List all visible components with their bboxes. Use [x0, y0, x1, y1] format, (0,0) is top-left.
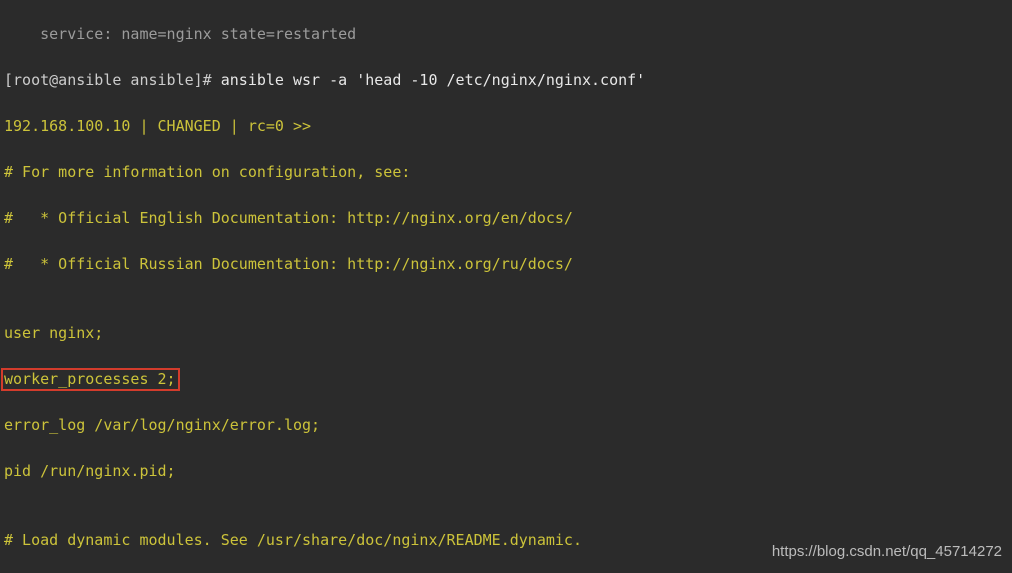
output-line: # * Official English Documentation: http… [4, 207, 1008, 230]
output-line: error_log /var/log/nginx/error.log; [4, 414, 1008, 437]
host-status-line: 192.168.100.10 | CHANGED | rc=0 >> [4, 115, 1008, 138]
shell-prompt: [root@ansible ansible]# [4, 71, 221, 89]
highlight-box: worker_processes 2; [1, 368, 180, 391]
watermark-text: https://blog.csdn.net/qq_45714272 [772, 540, 1002, 563]
terminal-window[interactable]: service: name=nginx state=restarted [roo… [0, 0, 1012, 573]
output-line: pid /run/nginx.pid; [4, 460, 1008, 483]
output-line: service: name=nginx state=restarted [4, 23, 1008, 46]
command-text: ansible wsr -a 'head -10 /etc/nginx/ngin… [221, 71, 645, 89]
highlight-line: worker_processes 2; [4, 368, 1008, 391]
output-line: # For more information on configuration,… [4, 161, 1008, 184]
output-line: # * Official Russian Documentation: http… [4, 253, 1008, 276]
prompt-line: [root@ansible ansible]# ansible wsr -a '… [4, 69, 1008, 92]
output-line: user nginx; [4, 322, 1008, 345]
